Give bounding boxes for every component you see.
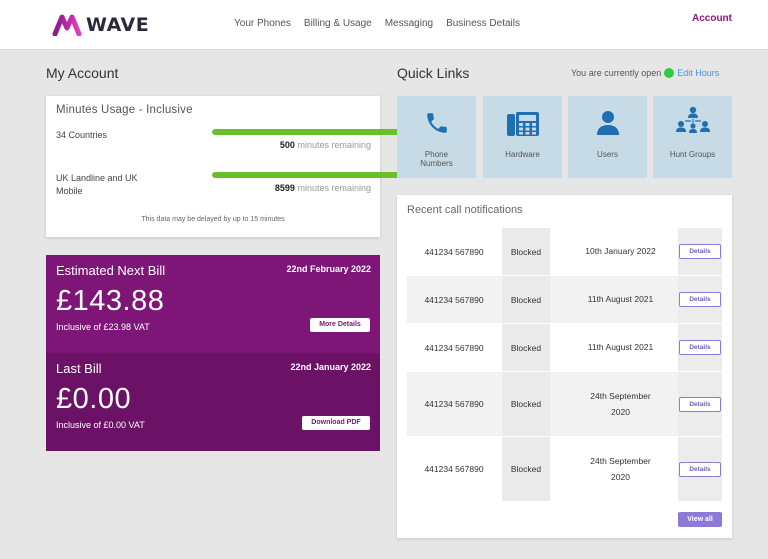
call-number: 441234 567890 bbox=[424, 295, 484, 305]
top-bar: WAVE Your Phones Billing & Usage Messagi… bbox=[0, 0, 768, 50]
remaining-count: 500 bbox=[279, 140, 295, 150]
usage-bar-countries bbox=[212, 129, 417, 135]
last-bill-vat: Inclusive of £0.00 VAT bbox=[56, 420, 145, 430]
remaining-count: 8599 bbox=[274, 183, 295, 193]
account-link[interactable]: Account bbox=[692, 13, 732, 24]
details-button[interactable]: Details bbox=[679, 396, 721, 412]
phone-icon bbox=[426, 113, 447, 133]
wave-logo-icon bbox=[52, 14, 82, 36]
remaining-suffix: minutes remaining bbox=[297, 183, 371, 193]
call-date: 24th September 2020 bbox=[590, 456, 651, 482]
usage-remaining-uk: 8599 minutes remaining bbox=[275, 183, 371, 193]
table-row: 441234 567890 Blocked 11th August 2021 D… bbox=[407, 324, 722, 371]
call-actions: Details bbox=[678, 372, 722, 436]
nav-business-details[interactable]: Business Details bbox=[446, 18, 520, 29]
quick-links-title: Quick Links bbox=[397, 65, 470, 81]
logo[interactable]: WAVE bbox=[52, 14, 149, 36]
main-nav: Your Phones Billing & Usage Messaging Bu… bbox=[234, 18, 520, 29]
my-account-title: My Account bbox=[46, 65, 119, 81]
call-date: 10th January 2022 bbox=[585, 246, 656, 256]
last-bill-panel: Last Bill 22nd January 2022 £0.00 Inclus… bbox=[46, 353, 380, 451]
download-pdf-button[interactable]: Download PDF bbox=[302, 416, 370, 430]
quicklink-label: Hunt Groups bbox=[669, 150, 716, 159]
call-status: Blocked bbox=[502, 324, 550, 371]
quicklink-label: Users bbox=[597, 150, 618, 159]
more-details-button[interactable]: More Details bbox=[310, 318, 370, 332]
recent-calls-card: Recent call notifications 441234 567890 … bbox=[397, 195, 732, 538]
last-bill-amount: £0.00 bbox=[56, 383, 132, 415]
usage-title: Minutes Usage - Inclusive bbox=[56, 104, 193, 116]
details-button[interactable]: Details bbox=[679, 461, 721, 477]
brand-name: WAVE bbox=[86, 14, 150, 36]
quicklink-label: Hardware bbox=[505, 150, 540, 159]
table-row: 441234 567890 Blocked 10th January 2022 … bbox=[407, 228, 722, 275]
user-icon bbox=[596, 111, 619, 135]
status-dot-icon bbox=[664, 68, 675, 78]
usage-remaining-countries: 500 minutes remaining bbox=[280, 140, 371, 150]
estimated-bill-panel: Estimated Next Bill 22nd February 2022 £… bbox=[46, 255, 380, 353]
edit-hours-link[interactable]: Edit Hours bbox=[677, 68, 719, 78]
quicklink-phone-numbers[interactable]: Phone Numbers bbox=[397, 96, 476, 178]
call-actions: Details bbox=[678, 437, 722, 501]
usage-label-uk: UK Landline and UK Mobile bbox=[56, 173, 138, 196]
usage-label-countries: 34 Countries bbox=[56, 130, 108, 140]
call-status: Blocked bbox=[502, 372, 550, 436]
call-date: 11th August 2021 bbox=[587, 342, 654, 352]
nav-billing-usage[interactable]: Billing & Usage bbox=[304, 18, 372, 29]
nav-your-phones[interactable]: Your Phones bbox=[234, 18, 291, 29]
call-status: Blocked bbox=[502, 437, 550, 501]
call-number: 441234 567890 bbox=[424, 343, 484, 353]
call-date: 24th September 2020 bbox=[590, 391, 651, 417]
call-status: Blocked bbox=[502, 228, 550, 275]
estimated-bill-label: Estimated Next Bill bbox=[56, 263, 166, 278]
call-number: 441234 567890 bbox=[424, 247, 484, 257]
minutes-usage-card: Minutes Usage - Inclusive 34 Countries 5… bbox=[46, 96, 417, 237]
estimated-bill-date: 22nd February 2022 bbox=[286, 264, 371, 274]
call-actions: Details bbox=[678, 276, 722, 323]
usage-note: This data may be delayed by up to 15 min… bbox=[141, 216, 285, 223]
last-bill-label: Last Bill bbox=[56, 361, 102, 376]
usage-bar-uk bbox=[212, 172, 417, 178]
recent-calls-title: Recent call notifications bbox=[407, 204, 523, 216]
estimated-bill-amount: £143.88 bbox=[56, 285, 165, 317]
usage-bar-fill bbox=[212, 172, 417, 178]
estimated-bill-vat: Inclusive of £23.98 VAT bbox=[56, 322, 150, 332]
call-actions: Details bbox=[678, 324, 722, 371]
call-status: Blocked bbox=[502, 276, 550, 323]
call-actions: Details bbox=[678, 228, 722, 275]
desk-phone-icon bbox=[506, 112, 539, 136]
usage-bar-fill bbox=[212, 129, 417, 135]
quicklink-hunt-groups[interactable]: Hunt Groups bbox=[653, 96, 732, 178]
call-number: 441234 567890 bbox=[424, 399, 484, 409]
nav-messaging[interactable]: Messaging bbox=[385, 18, 433, 29]
remaining-suffix: minutes remaining bbox=[297, 140, 371, 150]
quicklink-users[interactable]: Users bbox=[568, 96, 647, 178]
view-all-button[interactable]: View all bbox=[678, 512, 722, 527]
call-date: 11th August 2021 bbox=[587, 294, 654, 304]
open-status: You are currently open Edit Hours bbox=[571, 68, 719, 78]
quicklink-hardware[interactable]: Hardware bbox=[483, 96, 562, 178]
table-row: 441234 567890 Blocked 24th September 202… bbox=[407, 372, 722, 436]
details-button[interactable]: Details bbox=[679, 292, 721, 307]
last-bill-date: 22nd January 2022 bbox=[290, 362, 371, 372]
details-button[interactable]: Details bbox=[679, 340, 721, 355]
open-status-text: You are currently open bbox=[571, 68, 662, 78]
table-row: 441234 567890 Blocked 24th September 202… bbox=[407, 437, 722, 501]
table-row: 441234 567890 Blocked 11th August 2021 D… bbox=[407, 276, 722, 323]
details-button[interactable]: Details bbox=[679, 244, 721, 259]
call-number: 441234 567890 bbox=[424, 464, 484, 474]
quicklink-label: Phone Numbers bbox=[420, 150, 453, 168]
group-icon bbox=[675, 106, 710, 133]
